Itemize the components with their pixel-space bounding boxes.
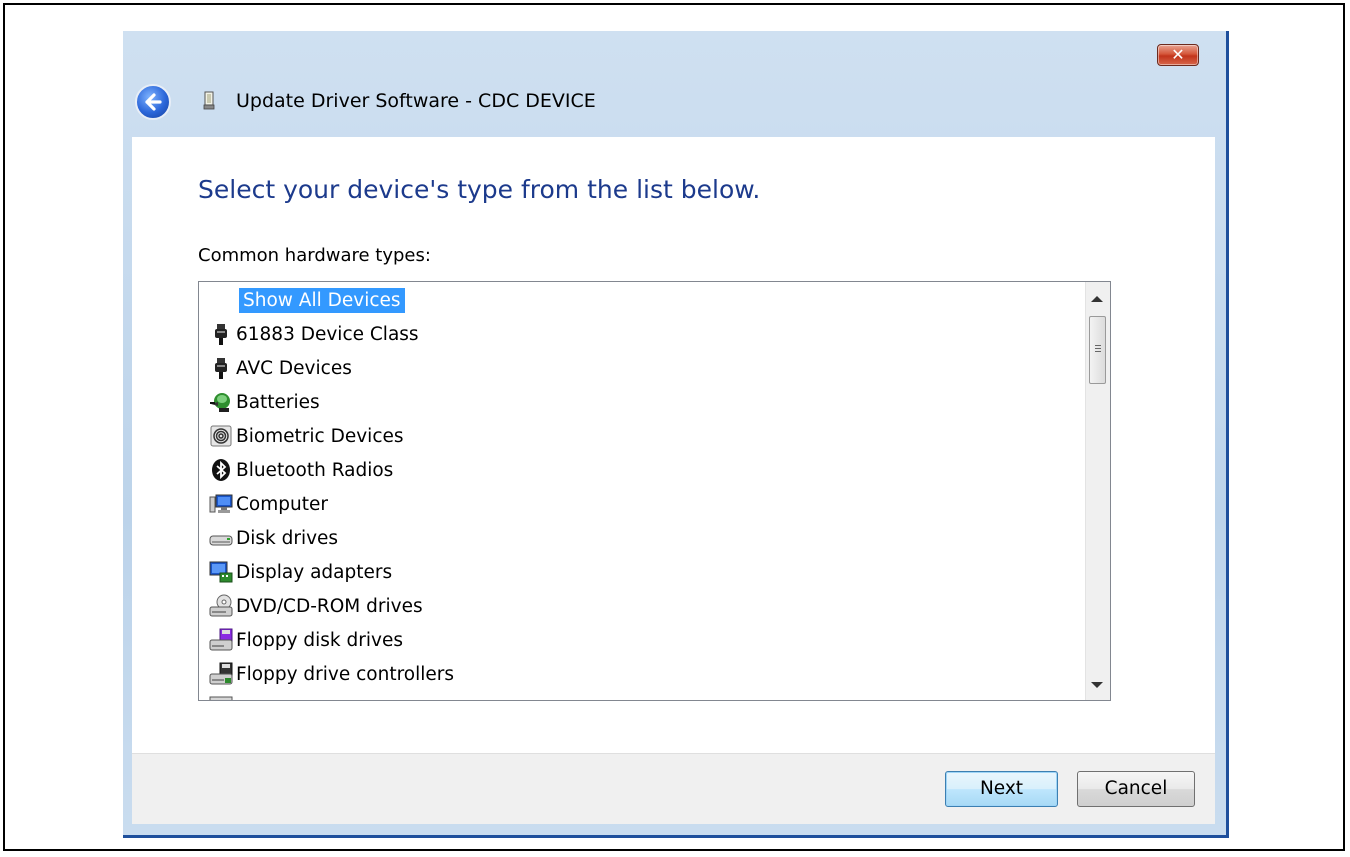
fingerprint-icon [210, 425, 232, 447]
battery-plug-icon [210, 393, 230, 412]
update-driver-dialog: ✕ Update Driver Software - CDC DEVICE Se… [123, 31, 1229, 838]
title-bar: Update Driver Software - CDC DEVICE [123, 76, 1226, 126]
list-item-label: Computer [236, 493, 328, 515]
list-item-label: Biometric Devices [236, 425, 404, 447]
display-adapter-icon [209, 561, 233, 583]
back-arrow-icon [145, 93, 162, 111]
dvd-drive-icon [209, 594, 233, 617]
disk-drive-icon [209, 535, 233, 546]
list-item-label: Show All Devices [239, 287, 405, 313]
list-item-computer[interactable]: Computer [209, 488, 328, 520]
list-item-label: Display adapters [236, 561, 393, 583]
list-item-dvd-cd-rom-drives[interactable]: DVD/CD-ROM drives [209, 590, 423, 622]
floppy-controller-icon [209, 662, 233, 685]
list-item-label: DVD/CD-ROM drives [236, 595, 423, 617]
list-item-disk-drives[interactable]: Disk drives [209, 522, 338, 554]
list-item-display-adapters[interactable]: Display adapters [209, 556, 392, 588]
close-button[interactable]: ✕ [1157, 44, 1199, 66]
list-item-label: Floppy drive controllers [236, 663, 455, 685]
list-item-label: Batteries [236, 391, 320, 413]
floppy-drive-icon [209, 628, 233, 651]
list-scrollbar[interactable] [1085, 282, 1110, 700]
close-icon: ✕ [1171, 45, 1185, 64]
firewire-plug-icon [215, 358, 227, 379]
hardware-types-listbox[interactable]: Show All Devices 61883 Device Class AVC … [198, 281, 1111, 701]
list-item-label: AVC Devices [236, 357, 352, 379]
list-item-label: Disk drives [236, 527, 339, 549]
window-title: Update Driver Software - CDC DEVICE [236, 90, 596, 112]
scroll-up-arrow-icon[interactable] [1091, 296, 1103, 302]
grip-icon [1095, 345, 1101, 346]
list-item-floppy-disk-drives[interactable]: Floppy disk drives [209, 624, 403, 656]
back-button[interactable] [135, 84, 171, 120]
hardware-icon [209, 696, 233, 700]
computer-icon [209, 494, 233, 513]
content-area: Select your device's type from the list … [132, 137, 1215, 753]
button-bar: Next Cancel [132, 753, 1215, 824]
list-item-label: Bluetooth Radios [236, 459, 394, 481]
list-item-avc-devices[interactable]: AVC Devices [209, 352, 352, 384]
blank-icon [212, 288, 236, 312]
list-item-partial[interactable] [209, 692, 236, 700]
list-item-batteries[interactable]: Batteries [209, 386, 320, 418]
list-item-show-all-devices[interactable]: Show All Devices [212, 284, 405, 316]
scroll-down-arrow-icon[interactable] [1091, 682, 1103, 688]
cancel-button[interactable]: Cancel [1077, 771, 1195, 807]
scroll-thumb[interactable] [1089, 316, 1106, 384]
list-item-label: Floppy disk drives [236, 629, 403, 651]
page-heading: Select your device's type from the list … [198, 175, 761, 204]
next-button[interactable]: Next [945, 771, 1058, 807]
usb-device-icon [203, 91, 215, 110]
list-item-biometric-devices[interactable]: Biometric Devices [209, 420, 404, 452]
list-item-floppy-drive-controllers[interactable]: Floppy drive controllers [209, 658, 454, 690]
firewire-plug-icon [215, 324, 227, 345]
list-item-61883-device-class[interactable]: 61883 Device Class [209, 318, 419, 350]
list-item-label: 61883 Device Class [236, 323, 419, 345]
hardware-types-label: Common hardware types: [198, 245, 431, 266]
bluetooth-icon [212, 459, 230, 481]
list-item-bluetooth-radios[interactable]: Bluetooth Radios [209, 454, 393, 486]
